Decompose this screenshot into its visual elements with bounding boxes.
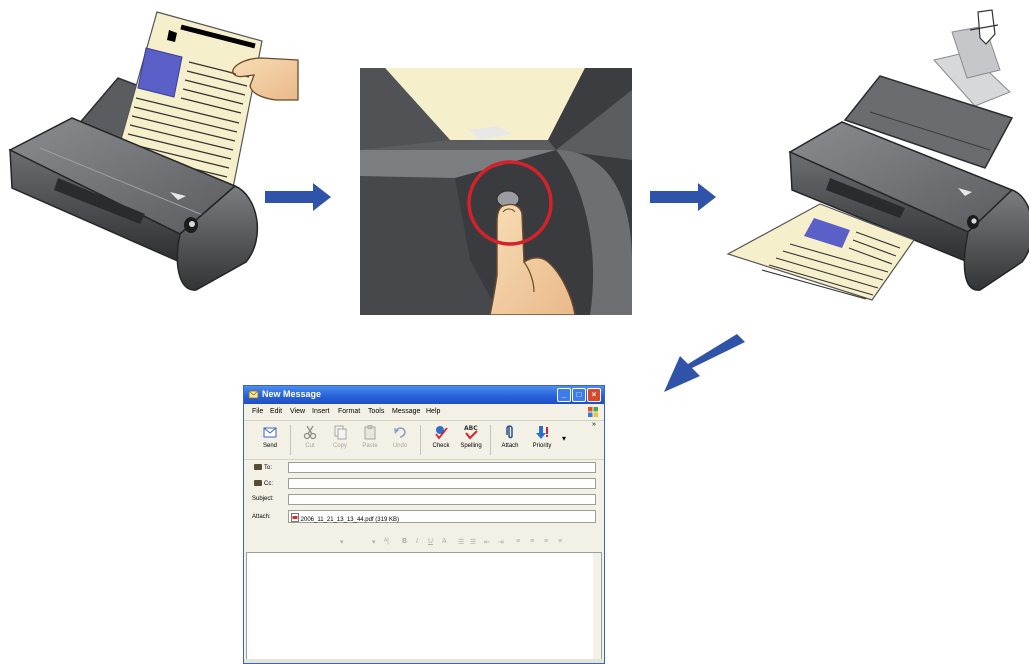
bold-icon[interactable]: B [402,538,407,545]
font-dropdown[interactable]: ▾ [340,538,344,546]
check-icon [435,426,448,440]
menu-bar: File Edit View Insert Format Tools Messa… [244,405,604,419]
menu-view[interactable]: View [290,408,305,415]
formatting-toolbar: ▾ ▾ ᴬ| B I U A ☰ ☰ ⇤ ⇥ ≡ ≡ ≡ ≡ [244,536,604,550]
windows-logo-icon [588,407,598,417]
send-button[interactable]: Send [256,424,284,456]
undo-button[interactable]: Undo [386,424,414,456]
toolbar: Send Cut Copy Paste Undo Check ABC Spell… [244,420,604,460]
menu-help[interactable]: Help [426,408,440,415]
subject-label: Subject: [252,496,274,502]
menu-tools[interactable]: Tools [368,408,384,415]
increase-indent-icon[interactable]: ⇥ [498,538,504,546]
minimize-button[interactable]: _ [557,388,571,402]
attach-field[interactable]: 2006_11_21_13_13_44.pdf (319 KB) [288,510,596,523]
decrease-indent-icon[interactable]: ⇤ [484,538,490,546]
maximize-button[interactable]: □ [572,388,586,402]
new-message-window: New Message _ □ × File Edit View Insert … [243,385,605,664]
paperclip-icon [506,425,513,439]
menu-format[interactable]: Format [338,408,360,415]
copy-icon [334,425,347,440]
attach-label: Attach: [252,514,271,520]
address-book-icon [254,464,262,470]
menu-message[interactable]: Message [392,408,420,415]
step2-press-button [360,68,632,315]
body-scrollbar[interactable] [593,553,601,662]
copy-button[interactable]: Copy [326,424,354,456]
bullet-list-icon[interactable]: ☰ [470,538,476,546]
spelling-button[interactable]: ABC Spelling [457,424,485,456]
menu-file[interactable]: File [252,408,263,415]
cut-button[interactable]: Cut [296,424,324,456]
undo-icon [394,427,406,438]
close-button[interactable]: × [587,388,601,402]
menu-edit[interactable]: Edit [270,408,282,415]
pdf-file-icon [291,513,299,522]
numbered-list-icon[interactable]: ☰ [458,538,464,546]
address-book-icon [254,480,262,486]
align-right-icon[interactable]: ≡ [544,538,548,545]
priority-icon [536,426,548,439]
check-button[interactable]: Check [427,424,455,456]
step3-document-ejected [726,9,1029,301]
status-bar [244,659,604,663]
window-title: New Message [262,389,322,399]
align-left-icon[interactable]: ≡ [516,538,520,545]
cc-field[interactable] [288,478,596,489]
paste-button[interactable]: Paste [356,424,384,456]
style-icon[interactable]: ᴬ| [384,538,389,545]
message-body[interactable] [246,552,602,663]
priority-button[interactable]: Priority [528,424,556,456]
justify-icon[interactable]: ≡ [558,538,562,545]
to-field[interactable] [288,462,596,473]
attach-button[interactable]: Attach [496,424,524,456]
size-dropdown[interactable]: ▾ [372,538,376,546]
attachment-name[interactable]: 2006_11_21_13_13_44.pdf (319 KB) [301,517,399,523]
cc-label[interactable]: Cc: [254,480,273,487]
subject-field[interactable] [288,494,596,505]
cut-icon [303,425,317,440]
arrow-right-1 [265,183,331,211]
align-center-icon[interactable]: ≡ [530,538,534,545]
mail-icon [248,390,259,399]
title-bar: New Message _ □ × [244,386,604,404]
underline-icon[interactable]: U [428,538,433,545]
toolbar-dropdown[interactable]: ▾ [562,434,566,443]
arrow-right-2 [650,183,716,211]
send-icon [263,427,277,438]
spelling-icon: ABC [464,425,478,440]
italic-icon[interactable]: I [416,538,418,545]
toolbar-overflow[interactable]: » [592,421,596,428]
paste-icon [364,425,376,440]
to-label[interactable]: To: [254,464,272,471]
font-color-icon[interactable]: A [442,538,447,545]
menu-insert[interactable]: Insert [312,408,330,415]
arrow-down-left [664,334,745,392]
step1-scanner-insert [8,11,299,291]
